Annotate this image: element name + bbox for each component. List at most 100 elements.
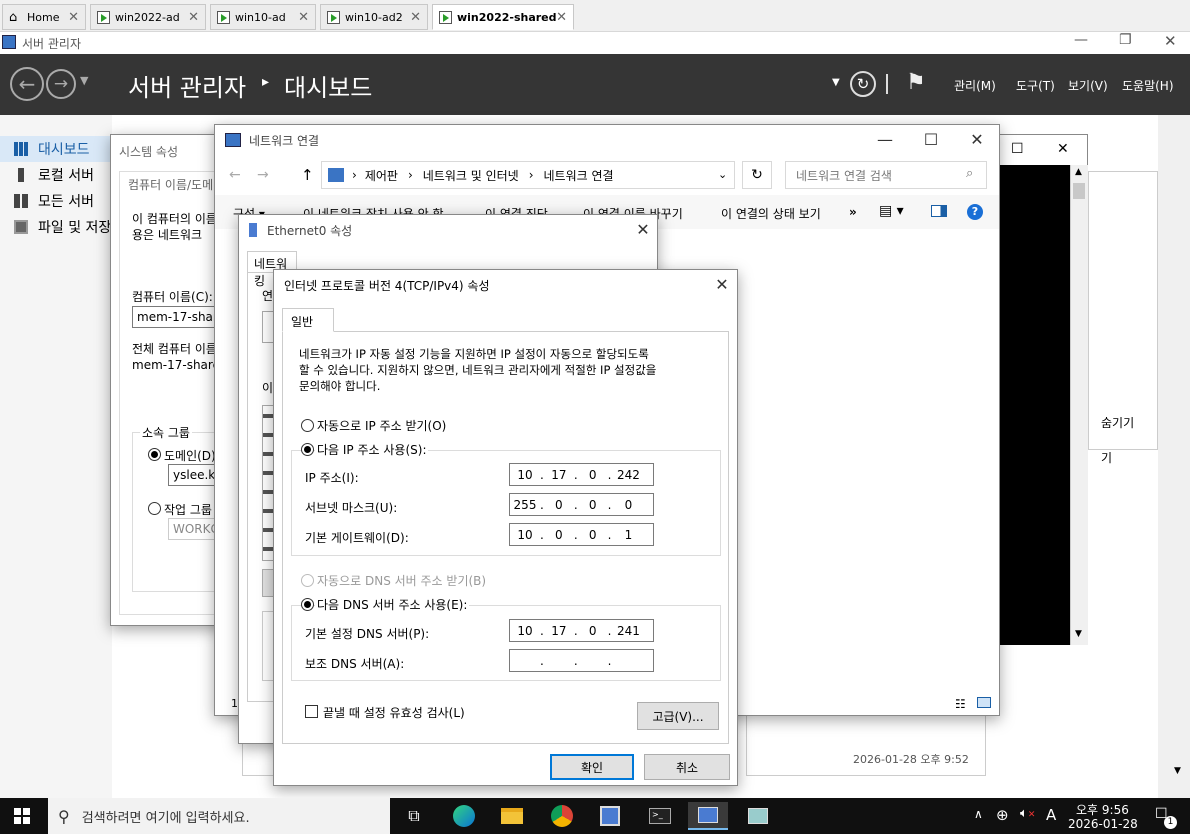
- more-button[interactable]: »: [849, 205, 857, 219]
- sidebar-item-local-server[interactable]: 로컬 서버: [0, 162, 112, 188]
- scroll-down-icon[interactable]: ▼: [1174, 766, 1181, 776]
- close-icon[interactable]: ✕: [410, 10, 421, 25]
- ip-octet: 17: [551, 623, 567, 638]
- dialog-title: 시스템 속성: [119, 145, 179, 159]
- hide-link[interactable]: 숨기기: [1101, 414, 1134, 431]
- history-dropdown-icon[interactable]: ▼: [80, 74, 88, 87]
- sidebar-item-file-storage[interactable]: 파일 및 저장: [0, 214, 112, 240]
- status-count: 1: [231, 697, 238, 710]
- view-options-icon[interactable]: ▤ ▾: [879, 203, 904, 219]
- close-icon[interactable]: ✕: [1057, 141, 1069, 157]
- minimize-icon[interactable]: —: [1074, 32, 1088, 48]
- preview-pane-icon[interactable]: [931, 205, 947, 217]
- server-manager-taskbar-icon[interactable]: [590, 802, 630, 830]
- tab-win10-ad2[interactable]: win10-ad2 ✕: [320, 4, 428, 30]
- domain-radio[interactable]: [148, 448, 161, 461]
- close-icon[interactable]: ✕: [1164, 32, 1177, 50]
- close-icon[interactable]: ✕: [298, 10, 309, 25]
- clock-time[interactable]: 오후 9:56: [1076, 801, 1129, 818]
- view-status-button[interactable]: 이 연결의 상태 보기: [721, 205, 821, 222]
- sidebar-item-dashboard[interactable]: 대시보드: [0, 136, 112, 162]
- volume-muted-icon[interactable]: 🔈︎✕: [1020, 806, 1035, 821]
- scrollbar[interactable]: ▲ ▼: [1070, 165, 1088, 645]
- sidebar-item-all-servers[interactable]: 모든 서버: [0, 188, 112, 214]
- close-icon[interactable]: ✕: [623, 215, 663, 245]
- tab-win2022-shared[interactable]: win2022-shared ✕: [432, 4, 574, 30]
- ok-button[interactable]: 확인: [550, 754, 634, 780]
- network-connections-taskbar-icon[interactable]: [688, 802, 728, 830]
- refresh-icon[interactable]: ↻: [850, 71, 876, 97]
- terminal-icon[interactable]: >_: [640, 802, 680, 830]
- advanced-button[interactable]: 고급(V)...: [637, 702, 719, 730]
- flag-icon[interactable]: ⚑: [906, 70, 926, 95]
- file-explorer-icon[interactable]: [492, 802, 532, 830]
- clock-date[interactable]: 2026-01-28: [1068, 817, 1138, 831]
- forward-icon[interactable]: →: [257, 167, 269, 183]
- forward-button[interactable]: →: [46, 69, 76, 99]
- dialog-titlebar: Ethernet0 속성: [239, 215, 657, 245]
- ip-octet: 0: [588, 467, 597, 482]
- tab-home[interactable]: ⌂ Home ✕: [2, 4, 86, 30]
- maximize-icon[interactable]: ☐: [911, 125, 951, 155]
- alternate-dns-field[interactable]: . . .: [509, 649, 654, 672]
- tab-win2022-ad[interactable]: win2022-ad ✕: [90, 4, 206, 30]
- ime-indicator[interactable]: A: [1046, 806, 1056, 824]
- breadcrumb-item[interactable]: 네트워크 및 인터넷: [423, 167, 519, 184]
- breadcrumb-item[interactable]: 제어판: [365, 167, 398, 184]
- remote-desktop-icon[interactable]: [738, 802, 778, 830]
- ip-address-field[interactable]: 10 . 17 . 0 . 242: [509, 463, 654, 486]
- edge-icon[interactable]: [444, 802, 484, 830]
- workgroup-radio[interactable]: [148, 502, 161, 515]
- up-icon[interactable]: ↑: [301, 166, 314, 184]
- menu-view[interactable]: 보기(V): [1068, 77, 1108, 94]
- items-label: 이: [262, 381, 274, 395]
- refresh-button[interactable]: ↻: [742, 161, 772, 189]
- back-button[interactable]: ←: [10, 67, 44, 101]
- chrome-icon[interactable]: [542, 802, 582, 830]
- breadcrumb-item[interactable]: 네트워크 연결: [544, 167, 614, 184]
- ip-octet: 1: [624, 527, 633, 542]
- scroll-down-icon[interactable]: ▼: [1075, 629, 1082, 639]
- help-icon[interactable]: ?: [967, 204, 983, 220]
- start-button[interactable]: [2, 802, 42, 830]
- menu-manage[interactable]: 관리(M): [954, 77, 996, 94]
- scroll-thumb[interactable]: [1073, 183, 1085, 199]
- close-icon[interactable]: ✕: [702, 270, 742, 300]
- event-panel: 2026-01-28 오후 9:52: [746, 715, 986, 776]
- minimize-icon[interactable]: —: [865, 125, 905, 155]
- chevron-down-icon[interactable]: ⌄: [718, 168, 727, 181]
- search-input[interactable]: 네트워크 연결 검색 ⌕: [785, 161, 987, 189]
- preferred-dns-field[interactable]: 10 . 17 . 0 . 241: [509, 619, 654, 642]
- tab-win10-ad[interactable]: win10-ad ✕: [210, 4, 316, 30]
- validate-checkbox[interactable]: [305, 705, 318, 718]
- restore-icon[interactable]: ❐: [1119, 32, 1132, 48]
- scroll-up-icon[interactable]: ▲: [1075, 167, 1082, 177]
- manual-dns-radio[interactable]: [301, 598, 314, 611]
- cancel-button[interactable]: 취소: [644, 754, 730, 780]
- tab-computer-name[interactable]: 컴퓨터 이름/도메: [128, 176, 213, 193]
- close-icon[interactable]: ✕: [957, 125, 997, 155]
- ip-octet: 0: [588, 497, 597, 512]
- auto-ip-radio[interactable]: [301, 419, 314, 432]
- close-icon[interactable]: ✕: [188, 10, 199, 25]
- back-icon[interactable]: ←: [229, 167, 241, 183]
- show-hidden-icons[interactable]: ∧: [974, 807, 983, 821]
- details-view-icon[interactable]: ☷: [955, 697, 966, 711]
- maximize-icon[interactable]: ☐: [1011, 141, 1024, 157]
- dropdown-icon[interactable]: ▼: [832, 77, 840, 88]
- manual-ip-radio[interactable]: [301, 443, 314, 456]
- tab-general[interactable]: 일반: [282, 308, 334, 332]
- network-status-icon[interactable]: ⊕: [996, 806, 1009, 824]
- large-icons-view-icon[interactable]: [977, 697, 991, 708]
- task-view-icon[interactable]: ⧉: [394, 802, 434, 830]
- close-icon[interactable]: ✕: [68, 10, 79, 25]
- search-box[interactable]: ⚲ 검색하려면 여기에 입력하세요.: [48, 798, 390, 834]
- right-scrollbar[interactable]: ▼: [1158, 115, 1190, 798]
- address-bar[interactable]: › 제어판 › 네트워크 및 인터넷 › 네트워크 연결 ⌄: [321, 161, 735, 189]
- ip-octet: 0: [588, 623, 597, 638]
- menu-tools[interactable]: 도구(T): [1016, 77, 1055, 94]
- subnet-mask-field[interactable]: 255 . 0 . 0 . 0: [509, 493, 654, 516]
- close-icon[interactable]: ✕: [556, 10, 567, 25]
- menu-help[interactable]: 도움말(H): [1122, 77, 1174, 94]
- gateway-field[interactable]: 10 . 0 . 0 . 1: [509, 523, 654, 546]
